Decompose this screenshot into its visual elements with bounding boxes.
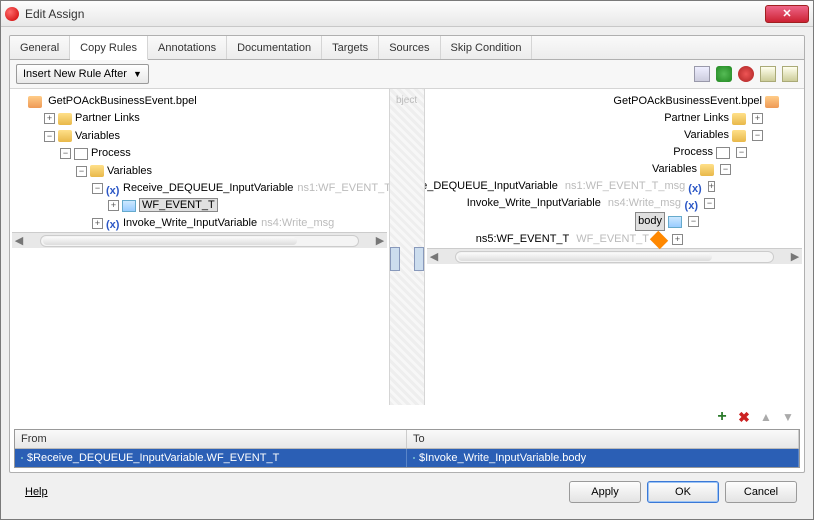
target-wf-event[interactable]: ns5:WF_EVENT_T — [476, 231, 570, 248]
collapse-icon[interactable]: − — [736, 147, 747, 158]
move-down-button[interactable]: ▼ — [780, 409, 796, 425]
app-icon — [5, 7, 19, 21]
delete-icon[interactable] — [738, 66, 754, 82]
source-recv-var[interactable]: Receive_DEQUEUE_InputVariable — [123, 182, 293, 194]
rule-to-value: $Invoke_Write_InputVariable.body — [419, 452, 586, 464]
tab-sources[interactable]: Sources — [379, 36, 440, 59]
add-rule-button[interactable]: + — [714, 409, 730, 425]
rules-toolbar: + ✖ ▲ ▼ — [10, 405, 804, 429]
process-icon — [74, 148, 88, 160]
source-inner-variables[interactable]: Variables — [107, 165, 152, 177]
message-icon — [413, 457, 415, 459]
rule-from-value: $Receive_DEQUEUE_InputVariable.WF_EVENT_… — [27, 452, 279, 464]
h-scrollbar[interactable]: ◀▶ — [427, 248, 802, 264]
tab-annotations[interactable]: Annotations — [148, 36, 227, 59]
collapse-icon[interactable]: − — [44, 131, 55, 142]
diamond-icon — [650, 230, 668, 248]
from-header: From — [15, 430, 407, 448]
left-handle[interactable] — [390, 247, 400, 271]
target-invoke-var[interactable]: Invoke_Write_InputVariable — [467, 195, 601, 212]
extra-icon[interactable] — [782, 66, 798, 82]
to-header: To — [407, 430, 799, 448]
apply-button[interactable]: Apply — [569, 481, 641, 503]
right-handle[interactable] — [414, 247, 424, 271]
expand-icon[interactable]: + — [92, 218, 103, 229]
help-link[interactable]: Help — [17, 482, 56, 502]
tab-copy-rules[interactable]: Copy Rules — [70, 36, 148, 60]
target-process[interactable]: Process — [673, 144, 713, 161]
gutter-label: bject — [396, 95, 417, 106]
expand-icon[interactable]: + — [44, 113, 55, 124]
folder-icon — [732, 130, 746, 142]
message-icon — [668, 216, 682, 228]
folder-icon — [700, 164, 714, 176]
source-variables[interactable]: Variables — [75, 130, 120, 142]
source-invoke-var[interactable]: Invoke_Write_InputVariable — [123, 217, 257, 229]
cancel-button[interactable]: Cancel — [725, 481, 797, 503]
expand-icon[interactable]: + — [108, 200, 119, 211]
move-up-button[interactable]: ▲ — [758, 409, 774, 425]
window-title: Edit Assign — [25, 7, 765, 21]
folder-icon — [58, 113, 72, 125]
message-icon — [122, 200, 136, 212]
folder-icon — [732, 113, 746, 125]
target-body[interactable]: body — [635, 212, 665, 231]
target-variables[interactable]: Variables — [684, 127, 729, 144]
remove-rule-button[interactable]: ✖ — [736, 409, 752, 425]
add-icon[interactable] — [716, 66, 732, 82]
target-partner-links[interactable]: Partner Links — [664, 110, 729, 127]
source-root[interactable]: GetPOAckBusinessEvent.bpel — [48, 95, 197, 107]
tab-targets[interactable]: Targets — [322, 36, 379, 59]
collapse-icon[interactable]: − — [704, 198, 715, 209]
insert-rule-dropdown[interactable]: Insert New Rule After ▼ — [16, 64, 149, 84]
expand-icon[interactable]: + — [752, 113, 763, 124]
expand-icon[interactable]: + — [672, 234, 683, 245]
message-icon — [21, 457, 23, 459]
close-button[interactable]: ✕ — [765, 5, 809, 23]
bpel-icon — [765, 96, 779, 108]
bpel-icon — [28, 96, 42, 108]
chevron-down-icon: ▼ — [133, 69, 142, 79]
ok-button[interactable]: OK — [647, 481, 719, 503]
tab-general[interactable]: General — [10, 36, 70, 59]
variable-icon: (x) — [684, 198, 698, 210]
mapping-gutter[interactable]: bject — [389, 89, 425, 405]
tab-bar: General Copy Rules Annotations Documenta… — [10, 36, 804, 60]
collapse-icon[interactable]: − — [720, 164, 731, 175]
dropdown-label: Insert New Rule After — [23, 68, 127, 80]
source-tree-pane[interactable]: GetPOAckBusinessEvent.bpel + Partner Link… — [10, 89, 389, 405]
dialog-window: Edit Assign ✕ General Copy Rules Annotat… — [0, 0, 814, 520]
collapse-icon[interactable]: − — [92, 183, 103, 194]
collapse-icon[interactable]: − — [60, 148, 71, 159]
source-wf-event[interactable]: WF_EVENT_T — [139, 198, 218, 212]
source-process[interactable]: Process — [91, 147, 131, 159]
target-tree-pane[interactable]: GetPOAckBusinessEvent.bpel Partner Links… — [425, 89, 804, 405]
button-bar: Help Apply OK Cancel — [9, 473, 805, 511]
variable-icon: (x) — [106, 183, 120, 195]
process-icon — [716, 147, 730, 159]
h-scrollbar[interactable]: ◀▶ — [12, 232, 387, 248]
keyboard-icon[interactable] — [760, 66, 776, 82]
source-partner-links[interactable]: Partner Links — [75, 112, 140, 124]
collapse-icon[interactable]: − — [76, 166, 87, 177]
new-doc-icon[interactable] — [694, 66, 710, 82]
target-inner-variables[interactable]: Variables — [652, 161, 697, 178]
expand-icon[interactable]: + — [708, 181, 715, 192]
target-recv-var[interactable]: Receive_DEQUEUE_InputVariable — [425, 178, 558, 195]
target-root[interactable]: GetPOAckBusinessEvent.bpel — [613, 93, 762, 110]
tab-skip-condition[interactable]: Skip Condition — [441, 36, 533, 59]
titlebar: Edit Assign ✕ — [1, 1, 813, 27]
rule-row[interactable]: $Receive_DEQUEUE_InputVariable.WF_EVENT_… — [15, 449, 799, 467]
folder-icon — [58, 130, 72, 142]
variable-icon: (x) — [106, 217, 120, 229]
variable-icon: (x) — [688, 181, 701, 193]
tab-documentation[interactable]: Documentation — [227, 36, 322, 59]
rules-table: From To $Receive_DEQUEUE_InputVariable.W… — [14, 429, 800, 468]
toolbar: Insert New Rule After ▼ — [10, 60, 804, 89]
collapse-icon[interactable]: − — [688, 216, 699, 227]
folder-icon — [90, 165, 104, 177]
collapse-icon[interactable]: − — [752, 130, 763, 141]
